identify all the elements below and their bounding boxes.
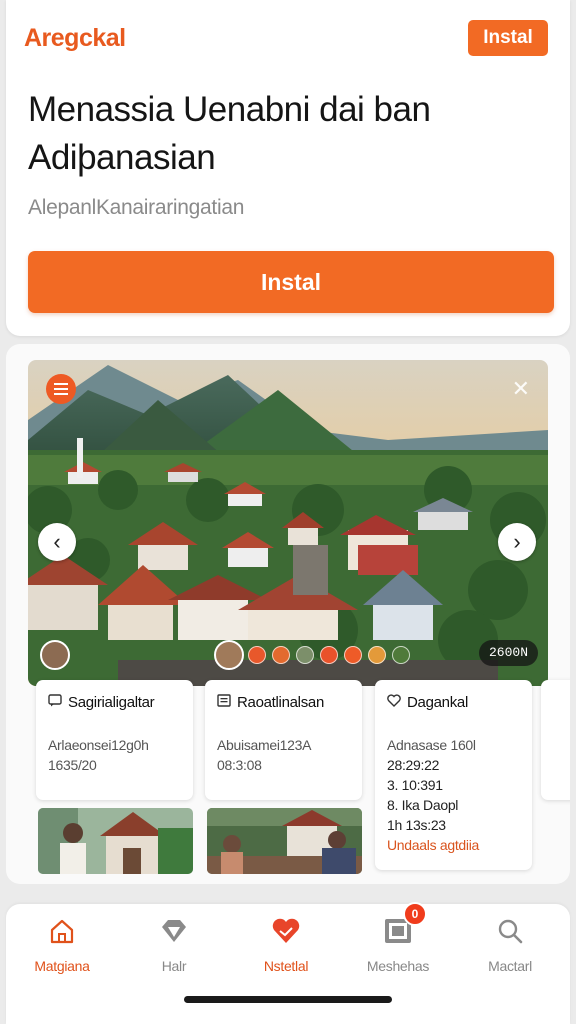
brand-logo: Aregckal xyxy=(24,24,126,52)
chevron-left-icon[interactable]: ‹ xyxy=(38,523,76,561)
info-card-title: Dagankal xyxy=(407,694,468,711)
close-icon[interactable]: ✕ xyxy=(512,378,530,400)
info-card[interactable]: Sagirialigaltar Arlaeonsei12g0h 1635/20 xyxy=(36,680,193,800)
info-card-title: Sagirialigaltar xyxy=(68,694,155,711)
info-card-peek[interactable] xyxy=(541,680,570,800)
info-card-title: Raoatlinalsan xyxy=(237,694,324,711)
village-landscape-image xyxy=(28,360,548,686)
reaction-dots xyxy=(248,646,410,664)
reaction-icon[interactable] xyxy=(248,646,266,664)
reaction-icon[interactable] xyxy=(368,646,386,664)
install-button[interactable]: Instal xyxy=(28,251,554,313)
info-card-line: Arlaeonsei12g0h xyxy=(48,737,149,753)
info-card-line: Abuisamei123A xyxy=(217,737,312,753)
image-counter: 2600N xyxy=(478,640,538,666)
diamond-icon xyxy=(159,914,189,948)
nav-label: Matgiana xyxy=(34,958,90,974)
nav-item-halr[interactable]: Halr xyxy=(118,904,230,984)
menu-icon[interactable] xyxy=(46,374,76,404)
info-card-line: 28:29:22 xyxy=(387,757,440,773)
thumbnail-image[interactable] xyxy=(207,808,362,874)
reaction-icon[interactable] xyxy=(272,646,290,664)
info-card-line: 08:3:08 xyxy=(217,757,262,773)
heart-icon xyxy=(271,914,301,948)
reaction-icon[interactable] xyxy=(392,646,410,664)
search-icon xyxy=(496,914,524,948)
page-title: Menassia Uenabni dai ban Adiþanasian xyxy=(28,90,431,177)
notification-badge: 0 xyxy=(403,902,427,926)
nav-label: Halr xyxy=(161,958,187,974)
nav-item-home[interactable]: Matgiana xyxy=(6,904,118,984)
hero-image-carousel[interactable]: ✕ ‹ › 2600N xyxy=(28,360,548,686)
nav-item-messages[interactable]: 0 Meshehas xyxy=(342,902,454,984)
nav-label: Mactarl xyxy=(488,958,532,974)
nav-item-search[interactable]: Mactarl xyxy=(454,904,566,984)
home-icon xyxy=(48,914,76,948)
avatar[interactable] xyxy=(40,640,70,670)
heart-icon xyxy=(387,694,401,711)
chevron-right-icon[interactable]: › xyxy=(498,523,536,561)
reaction-icon[interactable] xyxy=(344,646,362,664)
inbox-icon: 0 xyxy=(383,902,427,948)
avatar[interactable] xyxy=(214,640,244,670)
gallery-section: ✕ ‹ › 2600N Sagirialigaltar Arlaeonsei12… xyxy=(6,344,570,884)
app-header-card: Aregckal Instal Menassia Uenabni dai ban… xyxy=(6,0,570,336)
info-card-line: Adnasase 160l xyxy=(387,737,476,753)
info-card-line: 3. 10:391 xyxy=(387,777,443,793)
reaction-icon[interactable] xyxy=(296,646,314,664)
info-card-line: 1h 13s:23 xyxy=(387,817,446,833)
bottom-navigation: Matgiana Halr Nstetlal 0 Meshehas Mactar… xyxy=(6,902,570,1024)
page-subtitle: AlepanlKanairaringatian xyxy=(28,196,245,219)
info-card-link[interactable]: Undaals agtdiia xyxy=(387,837,520,853)
info-card[interactable]: Raoatlinalsan Abuisamei123A 08:3:08 xyxy=(205,680,362,800)
info-card-line: 8. Ika Daopl xyxy=(387,797,459,813)
reaction-icon[interactable] xyxy=(320,646,338,664)
nav-label: Nstetlal xyxy=(263,958,309,974)
install-button-small[interactable]: Instal xyxy=(468,20,548,56)
chat-icon xyxy=(48,694,62,711)
nav-label: Meshehas xyxy=(366,958,430,974)
thumbnail-image[interactable] xyxy=(38,808,193,874)
info-card-line: 1635/20 xyxy=(48,757,97,773)
document-icon xyxy=(217,694,231,711)
info-card[interactable]: Dagankal Adnasase 160l 28:29:22 3. 10:39… xyxy=(375,680,532,870)
nav-item-install[interactable]: Nstetlal xyxy=(230,904,342,984)
home-indicator[interactable] xyxy=(184,996,392,1003)
info-cards-row: Sagirialigaltar Arlaeonsei12g0h 1635/20 … xyxy=(36,680,570,870)
